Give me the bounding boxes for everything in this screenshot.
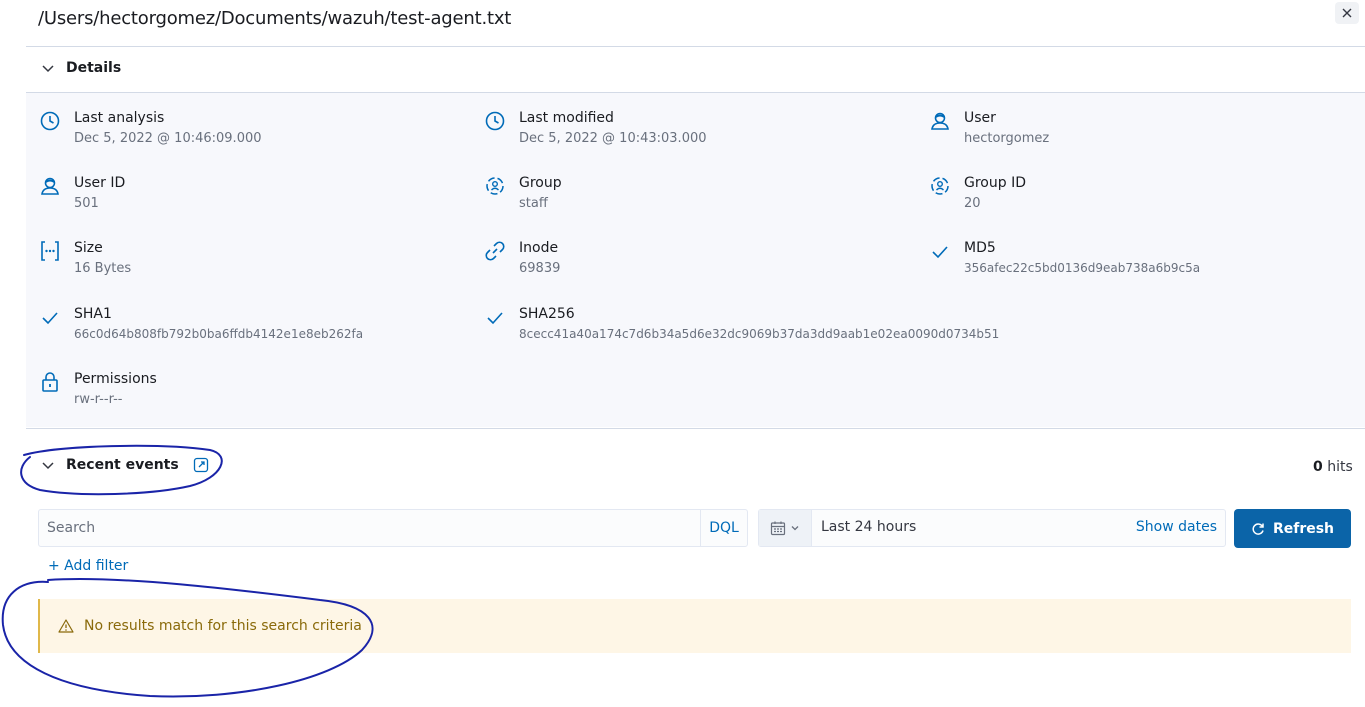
detail-inode: Inode 69839 xyxy=(483,239,560,279)
link-icon xyxy=(483,239,507,263)
detail-last-modified: Last modified Dec 5, 2022 @ 10:43:03.000 xyxy=(483,109,707,149)
close-button[interactable] xyxy=(1335,2,1359,24)
external-link-icon[interactable] xyxy=(193,457,209,473)
detail-size: Size 16 Bytes xyxy=(38,239,131,279)
detail-label: Group ID xyxy=(964,175,1026,191)
detail-label: Inode xyxy=(519,240,559,256)
detail-sha1: SHA1 66c0d64b808fb792b0ba6ffdb4142e1e8eb… xyxy=(38,305,363,345)
flyout-title: /Users/hectorgomez/Documents/wazuh/test-… xyxy=(38,8,512,29)
search-input[interactable] xyxy=(39,510,699,546)
chevron-down-icon xyxy=(791,526,799,531)
search-bar: DQL xyxy=(38,509,748,547)
detail-group-id: Group ID 20 xyxy=(928,174,1026,214)
detail-sha256: SHA256 8cecc41a40a174c7d6b34a5d6e32dc906… xyxy=(483,305,999,345)
date-picker: Last 24 hours Show dates xyxy=(758,509,1226,547)
detail-value: 8cecc41a40a174c7d6b34a5d6e32dc9069b37da3… xyxy=(519,327,1000,341)
detail-value: rw-r--r-- xyxy=(74,392,123,407)
detail-label: Group xyxy=(519,175,562,191)
hits-count: 0 xyxy=(1313,459,1323,475)
detail-user-id: User ID 501 xyxy=(38,174,125,214)
quick-select-button[interactable] xyxy=(759,510,812,546)
clock-icon xyxy=(38,109,62,133)
warning-icon xyxy=(58,618,74,634)
detail-label: Last modified xyxy=(519,110,614,126)
detail-value: 501 xyxy=(74,196,99,211)
lock-icon xyxy=(38,370,62,394)
detail-label: SHA1 xyxy=(74,306,112,322)
calendar-icon xyxy=(770,521,786,536)
detail-label: SHA256 xyxy=(519,306,575,322)
show-dates-link[interactable]: Show dates xyxy=(1136,519,1217,535)
check-icon xyxy=(483,305,507,329)
detail-value: 20 xyxy=(964,196,981,211)
detail-value: hectorgomez xyxy=(964,131,1050,146)
check-icon xyxy=(928,239,952,263)
refresh-label: Refresh xyxy=(1272,520,1335,537)
group-icon xyxy=(928,174,952,198)
details-toggle[interactable]: Details xyxy=(40,60,121,76)
detail-label: MD5 xyxy=(964,240,996,256)
size-icon xyxy=(38,239,62,263)
refresh-button[interactable]: Refresh xyxy=(1234,509,1351,548)
detail-label: Last analysis xyxy=(74,110,165,126)
detail-label: Permissions xyxy=(74,371,157,387)
chevron-down-icon xyxy=(40,60,56,76)
no-results-message: No results match for this search criteri… xyxy=(84,618,362,634)
refresh-icon xyxy=(1252,522,1264,535)
detail-value: Dec 5, 2022 @ 10:46:09.000 xyxy=(74,131,262,146)
detail-md5: MD5 356afec22c5bd0136d9eab738a6b9c5a xyxy=(928,239,1200,279)
detail-label: User ID xyxy=(74,175,126,191)
recent-events-header: Recent events xyxy=(66,457,179,473)
user-icon xyxy=(928,109,952,133)
date-range-label[interactable]: Last 24 hours xyxy=(821,519,916,535)
hits-counter: 0 hits xyxy=(1313,459,1353,475)
detail-group: Group staff xyxy=(483,174,562,214)
chevron-down-icon xyxy=(40,457,56,473)
detail-user: User hectorgomez xyxy=(928,109,1049,149)
hits-label: hits xyxy=(1327,459,1353,475)
detail-value: 66c0d64b808fb792b0ba6ffdb4142e1e8eb262fa xyxy=(74,327,364,341)
dql-button[interactable]: DQL xyxy=(700,510,747,546)
detail-value: 69839 xyxy=(519,261,561,276)
detail-label: User xyxy=(964,110,996,126)
user-icon xyxy=(38,174,62,198)
detail-label: Size xyxy=(74,240,103,256)
add-filter-link[interactable]: + Add filter xyxy=(48,558,128,574)
clock-icon xyxy=(483,109,507,133)
detail-permissions: Permissions rw-r--r-- xyxy=(38,370,157,410)
close-icon xyxy=(1342,8,1352,18)
group-icon xyxy=(483,174,507,198)
detail-value: 356afec22c5bd0136d9eab738a6b9c5a xyxy=(964,261,1201,275)
recent-events-toggle[interactable]: Recent events xyxy=(40,457,209,473)
detail-value: 16 Bytes xyxy=(74,261,132,276)
divider xyxy=(26,428,1365,429)
detail-value: Dec 5, 2022 @ 10:43:03.000 xyxy=(519,131,707,146)
detail-value: staff xyxy=(519,196,548,211)
details-header: Details xyxy=(66,60,122,76)
check-icon xyxy=(38,305,62,329)
divider xyxy=(26,46,1365,47)
no-results-callout: No results match for this search criteri… xyxy=(38,599,1351,653)
detail-last-analysis: Last analysis Dec 5, 2022 @ 10:46:09.000 xyxy=(38,109,262,149)
